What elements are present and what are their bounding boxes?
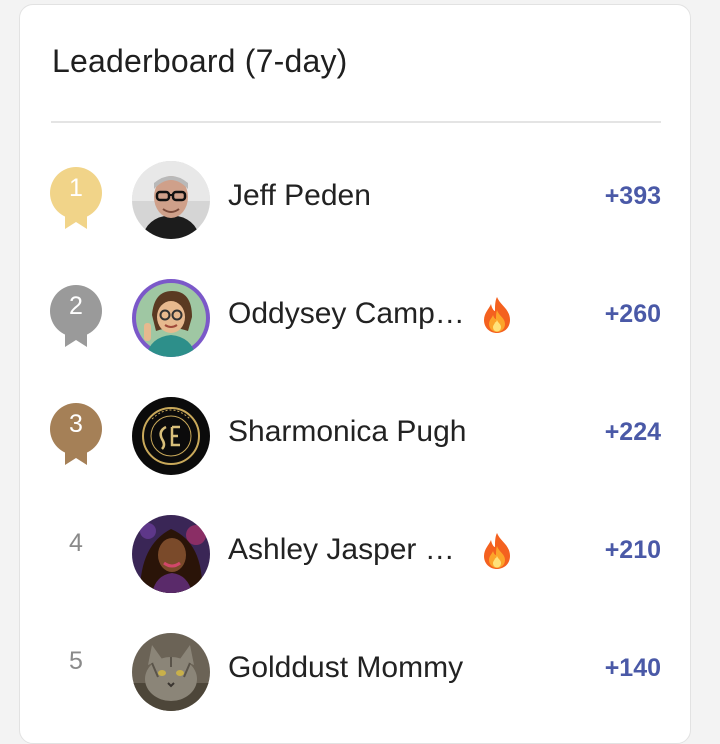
leaderboard-row[interactable]: 5 Golddust Mommy +140 (20, 623, 692, 719)
leaderboard-row[interactable]: 1 Jeff Peden +393 (20, 151, 692, 247)
score: +140 (604, 654, 661, 682)
avatar[interactable] (132, 633, 210, 711)
leaderboard-row[interactable]: 2 Oddysey Camp… +260 (20, 269, 692, 365)
user-name[interactable]: Ashley Jasper … (228, 533, 455, 567)
gold-medal-icon: 1 (50, 167, 104, 229)
avatar[interactable] (132, 279, 210, 357)
leaderboard-row[interactable]: 3 Sharmonica Pugh +224 (20, 387, 692, 483)
rank-number: 1 (69, 174, 83, 202)
user-name[interactable]: Jeff Peden (228, 179, 371, 213)
silver-medal-icon: 2 (50, 285, 104, 347)
user-name[interactable]: Golddust Mommy (228, 651, 463, 685)
divider (51, 121, 661, 123)
bronze-medal-icon: 3 (50, 403, 104, 465)
score: +393 (604, 182, 661, 210)
flame-icon (480, 532, 514, 570)
leaderboard-card: Leaderboard (7-day) 1 Jeff Peden +393 2 … (19, 4, 691, 744)
avatar[interactable] (132, 161, 210, 239)
avatar[interactable] (132, 397, 210, 475)
leaderboard-title: Leaderboard (7-day) (52, 43, 348, 79)
avatar[interactable] (132, 515, 210, 593)
score: +224 (604, 418, 661, 446)
rank-number: 4 (69, 529, 83, 557)
user-name[interactable]: Sharmonica Pugh (228, 415, 466, 449)
rank-number: 5 (69, 647, 83, 675)
flame-icon (480, 296, 514, 334)
score: +210 (604, 536, 661, 564)
score: +260 (604, 300, 661, 328)
user-name[interactable]: Oddysey Camp… (228, 297, 465, 331)
rank-number: 3 (69, 410, 83, 438)
leaderboard-row[interactable]: 4 Ashley Jasper … +210 (20, 505, 692, 601)
rank-number: 2 (69, 292, 83, 320)
